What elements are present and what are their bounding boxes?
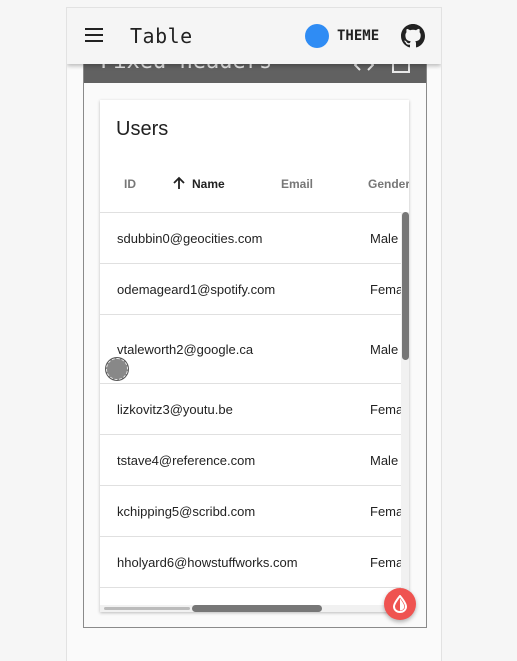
column-header-email[interactable]: Email <box>281 177 313 191</box>
table-header: ID Name Email Gender <box>100 156 409 213</box>
theme-label: THEME <box>337 28 380 44</box>
email-cell: lizkovitz3@youtu.be <box>117 402 233 417</box>
gender-cell: Male <box>370 453 399 468</box>
section-header: Fixed headers <box>84 63 426 83</box>
app-window: Table THEME Fixed headers Users ID <box>66 7 442 661</box>
gender-cell: Fema <box>370 555 401 570</box>
email-cell: vtaleworth2@google.ca <box>117 342 254 357</box>
column-header-id[interactable]: ID <box>124 177 136 191</box>
code-icon[interactable] <box>354 63 374 73</box>
column-header-gender[interactable]: Gender <box>368 177 409 191</box>
gender-cell: Fema <box>370 504 401 519</box>
github-icon[interactable] <box>401 24 425 48</box>
column-header-name[interactable]: Name <box>192 177 225 191</box>
gender-cell: Male <box>370 231 399 246</box>
horizontal-scrollbar-track-fill <box>104 607 190 610</box>
open-in-new-icon[interactable] <box>392 63 410 73</box>
horizontal-scrollbar[interactable] <box>100 605 409 612</box>
email-cell: tstave4@reference.com <box>117 453 256 468</box>
table-row[interactable]: hholyard6@howstuffworks.com Fema <box>100 537 401 588</box>
card-title: Users <box>116 118 169 140</box>
table-row[interactable]: odemageard1@spotify.com Fema <box>100 264 401 315</box>
gender-cell: Fema <box>370 402 401 417</box>
touch-cursor-indicator <box>106 358 128 380</box>
table-row[interactable]: tstave4@reference.com Male <box>100 435 401 486</box>
gender-cell: Fema <box>370 282 401 297</box>
app-title: Table <box>130 24 193 48</box>
sort-ascending-icon[interactable] <box>172 176 186 190</box>
top-app-bar: Table THEME <box>67 7 441 64</box>
vertical-scrollbar[interactable] <box>401 212 409 605</box>
table-body[interactable]: sdubbin0@geocities.com Male odemageard1@… <box>100 213 401 605</box>
email-cell: sdubbin0@geocities.com <box>117 231 263 246</box>
email-cell: kchipping5@scribd.com <box>117 504 256 519</box>
vertical-scrollbar-thumb[interactable] <box>402 212 409 360</box>
email-cell: odemageard1@spotify.com <box>117 282 276 297</box>
horizontal-scrollbar-thumb[interactable] <box>192 605 322 612</box>
demo-frame: Fixed headers Users ID Name Email Gender <box>83 63 427 628</box>
table-row[interactable]: lizkovitz3@youtu.be Fema <box>100 384 401 435</box>
theme-toggle-fab[interactable] <box>384 588 416 620</box>
invert-colors-icon <box>392 595 408 613</box>
table-row[interactable]: kchipping5@scribd.com Fema <box>100 486 401 537</box>
table-row[interactable]: vtaleworth2@google.ca Male <box>100 315 401 384</box>
theme-button[interactable]: THEME <box>305 23 379 49</box>
gender-cell: Male <box>370 342 399 357</box>
table-row[interactable]: sdubbin0@geocities.com Male <box>100 213 401 264</box>
section-title: Fixed headers <box>100 63 272 74</box>
email-cell: hholyard6@howstuffworks.com <box>117 555 298 570</box>
theme-color-icon <box>305 24 329 48</box>
menu-icon[interactable] <box>85 28 103 42</box>
users-table-card: Users ID Name Email Gender sdubbin0@geoc… <box>100 100 409 612</box>
